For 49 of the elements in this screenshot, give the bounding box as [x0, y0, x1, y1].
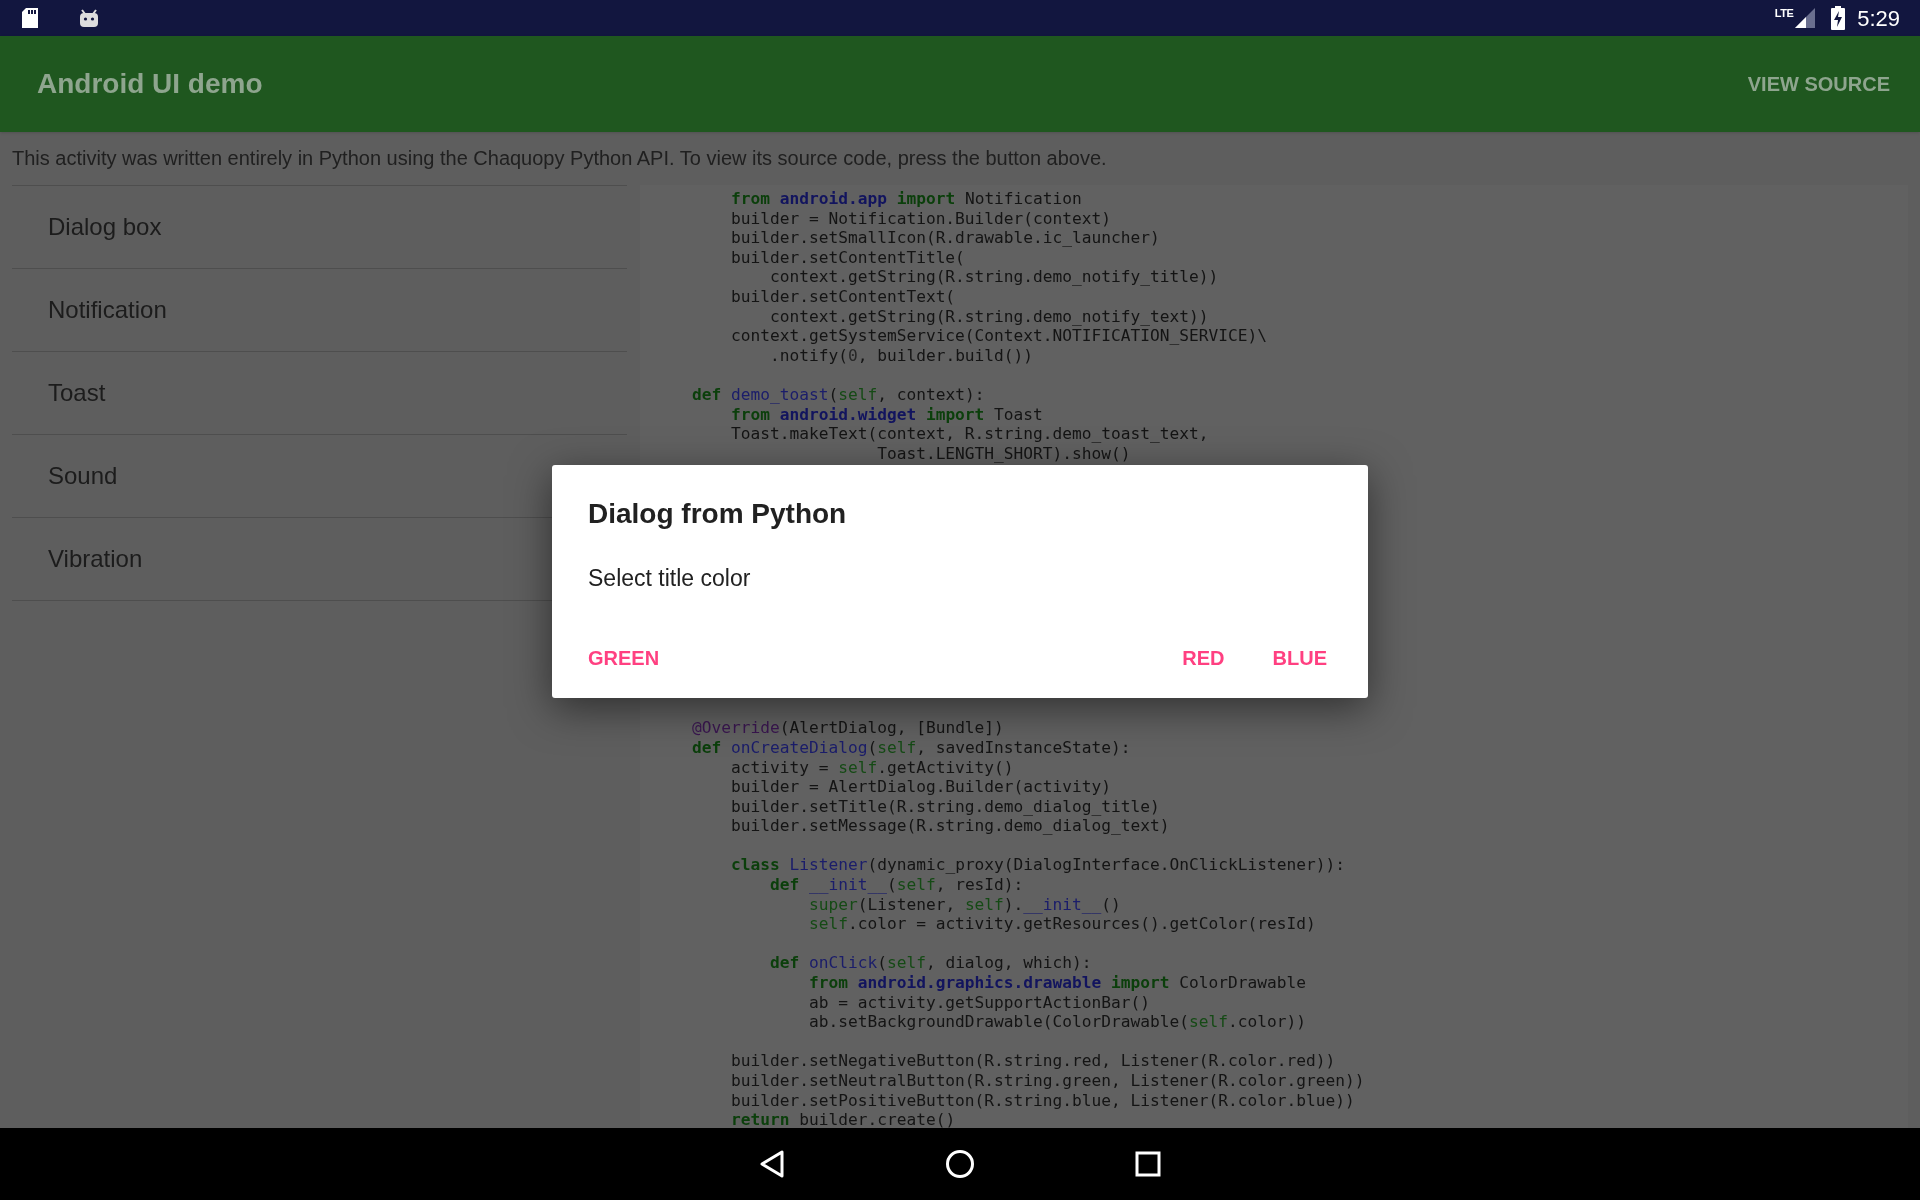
description: This activity was written entirely in Python using the Chaquopy Python API. To view its source code, press the button above.: [12, 148, 1108, 171]
view-source-button[interactable]: VIEW SOURCE: [1747, 69, 1890, 99]
code-line: from android.widget import Toast: [729, 404, 1043, 425]
code-line: builder.setMessage(R.string.demo_dialog_text): [729, 816, 1170, 836]
code-line: builder = AlertDialog.Builder(activity): [729, 777, 1112, 797]
code-line: def demo_toast(self, context):: [690, 384, 985, 405]
code-line: return builder.create(): [729, 1110, 956, 1128]
code-line: context.getString(R.string.demo_notify_title)): [768, 267, 1219, 287]
code-line: class Listener(dynamic_proxy(DialogInterface.OnClickListener)):: [729, 855, 1345, 876]
code-line: builder.setNeutralButton(R.string.green, Listener(R.color.green)): [729, 1071, 1365, 1091]
code-line: @Override(AlertDialog, [Bundle]): [690, 718, 1004, 738]
code-line: context.getString(R.string.demo_notify_text)): [768, 306, 1209, 327]
signal-icon: [1793, 7, 1816, 29]
code-line: def __init__(self, resId):: [768, 875, 1024, 895]
list-item[interactable]: Notification: [12, 269, 627, 352]
code-line: builder.setSmallIcon(R.drawable.ic_launcher): [729, 228, 1160, 248]
back-icon[interactable]: [759, 1150, 785, 1178]
code-line: builder.setPositiveButton(R.string.blue, Listener(R.color.blue)): [729, 1090, 1355, 1111]
list-item[interactable]: Toast: [12, 352, 627, 435]
code-line: activity = self.getActivity(): [729, 757, 1014, 778]
clock: 5:29: [1857, 4, 1900, 33]
code-line: builder = Notification.Builder(context): [729, 208, 1112, 229]
code-line: builder.setTitle(R.string.demo_dialog_title): [729, 796, 1160, 817]
code-line: from android.app import Notification: [729, 189, 1082, 209]
dialog-button[interactable]: BLUE: [1264, 637, 1335, 679]
app-title: Android UI demo: [37, 67, 263, 101]
dialog-button[interactable]: RED: [1174, 637, 1233, 679]
dialog-button[interactable]: GREEN: [580, 637, 668, 679]
code-line: builder.setNegativeButton(R.string.red, Listener(R.color.red)): [729, 1051, 1336, 1071]
home-icon[interactable]: [945, 1149, 975, 1179]
code-line: ab = activity.getSupportActionBar(): [807, 992, 1151, 1013]
sd-card-icon: [20, 7, 40, 29]
code-line: Toast.LENGTH_SHORT).show(): [876, 443, 1131, 464]
code-line: def onClick(self, dialog, which):: [768, 953, 1092, 974]
code-line: from android.graphics.drawable import ColorDrawable: [807, 973, 1306, 993]
code-line: ab.setBackgroundDrawable(ColorDrawable(self.color)): [807, 1012, 1306, 1032]
code-line: self.color = activity.getResources().getColor(resId): [807, 914, 1316, 934]
code-line: .notify(0, builder.build()): [768, 345, 1034, 366]
android-icon: [78, 7, 100, 29]
code-line: builder.setContentTitle(: [729, 247, 965, 268]
battery-charging-icon: [1831, 6, 1846, 30]
code-line: super(Listener, self).__init__(): [807, 894, 1121, 915]
network-label: LTE: [1774, 8, 1794, 19]
list-item[interactable]: Dialog box: [12, 186, 627, 269]
code-line: context.getSystemService(Context.NOTIFICATION_SERVICE)\: [729, 326, 1267, 346]
recents-icon[interactable]: [1135, 1151, 1161, 1177]
code-line: Toast.makeText(context, R.string.demo_toast_text,: [729, 424, 1209, 444]
code-line: builder.setContentText(: [729, 286, 956, 307]
code-line: def onCreateDialog(self, savedInstanceState):: [690, 737, 1131, 758]
